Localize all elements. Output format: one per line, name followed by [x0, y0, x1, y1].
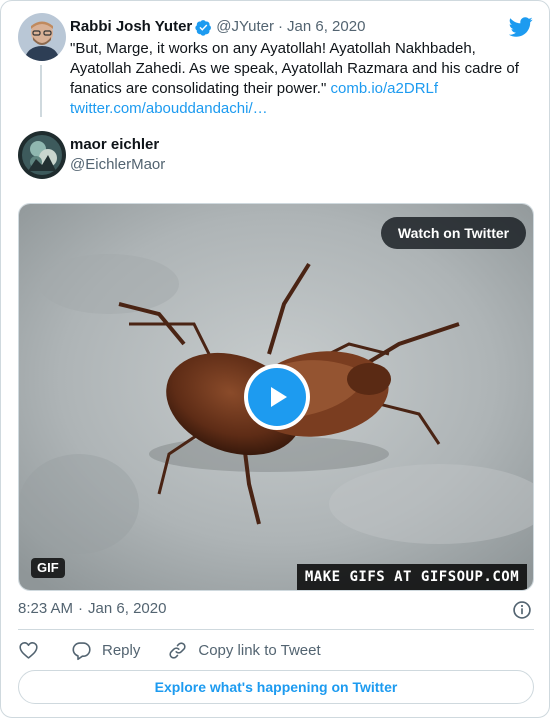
avatar-photo-icon [18, 13, 66, 61]
tweet-timestamp[interactable]: 8:23 AM · Jan 6, 2020 [18, 599, 166, 619]
separator-dot: · [78, 600, 84, 617]
avatar[interactable] [18, 13, 66, 61]
tweet-time[interactable]: 8:23 AM [18, 599, 73, 619]
tweet-embed-card: Rabbi Josh Yuter @JYuter · Jan 6, 2020 "… [0, 0, 550, 718]
play-button[interactable] [244, 364, 310, 430]
link-twitter[interactable]: twitter.com/abouddandachi/… [70, 100, 268, 117]
reply-label: Reply [102, 641, 141, 659]
link-chain-icon [169, 641, 186, 659]
reply-button[interactable]: Reply [71, 640, 140, 661]
author-name[interactable]: maor eichler [70, 135, 159, 155]
copy-link-button[interactable]: Copy link to Tweet [167, 640, 321, 661]
tweet-date[interactable]: Jan 6, 2020 [287, 17, 365, 37]
gif-media[interactable]: Watch on Twitter GIF MAKE GIFS AT GIFSOU… [18, 203, 534, 591]
reply-bubble-icon [72, 641, 91, 660]
parent-tweet-text: "But, Marge, it works on any Ayatollah! … [70, 39, 540, 119]
copy-link-label: Copy link to Tweet [198, 641, 321, 659]
action-bar: Reply Copy link to Tweet [18, 639, 321, 661]
gif-badge: GIF [31, 558, 65, 578]
avatar-photo-icon [18, 131, 66, 179]
watch-on-twitter-button[interactable]: Watch on Twitter [381, 217, 526, 249]
info-icon[interactable] [512, 600, 532, 620]
play-button-inner [248, 368, 306, 426]
twitter-bird-icon[interactable] [509, 15, 533, 39]
author-handle[interactable]: @JYuter [216, 17, 274, 37]
like-button[interactable] [18, 640, 39, 661]
thread-connector-line [40, 65, 42, 117]
tweet-date[interactable]: Jan 6, 2020 [88, 599, 166, 619]
explore-twitter-button[interactable]: Explore what's happening on Twitter [18, 670, 534, 704]
play-icon [271, 387, 287, 407]
heart-icon [19, 641, 38, 659]
separator-dot: · [278, 18, 284, 35]
divider [18, 629, 534, 630]
author-handle[interactable]: @EichlerMaor [70, 155, 165, 175]
verified-badge-icon [195, 19, 212, 36]
tweet-body: "But, Marge, it works on any Ayatollah! … [70, 40, 519, 97]
parent-tweet-header: Rabbi Josh Yuter @JYuter · Jan 6, 2020 [70, 17, 365, 37]
link-comb[interactable]: comb.io/a2DRLf [330, 80, 438, 97]
gifsoup-watermark: MAKE GIFS AT GIFSOUP.COM [297, 564, 527, 590]
author-name[interactable]: Rabbi Josh Yuter [70, 17, 192, 37]
avatar[interactable] [18, 131, 66, 179]
